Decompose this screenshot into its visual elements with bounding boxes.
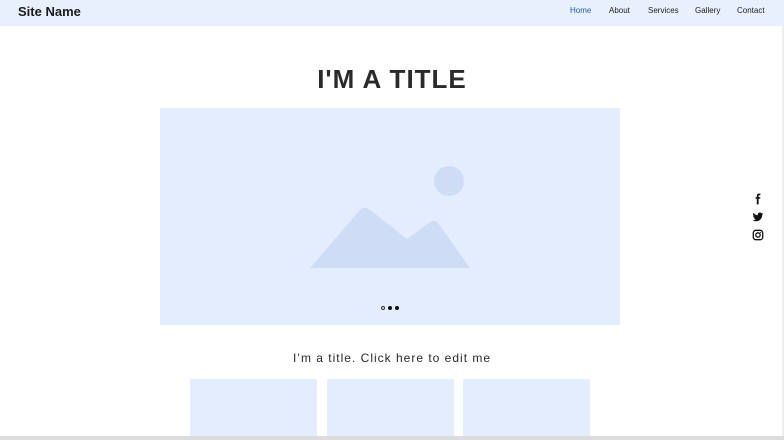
content-card-2[interactable] <box>327 379 454 440</box>
facebook-icon[interactable] <box>752 193 764 205</box>
image-placeholder-icon <box>310 166 470 268</box>
section-subtitle[interactable]: I’m a title. Click here to edit me <box>0 351 784 365</box>
twitter-icon[interactable] <box>752 211 764 223</box>
page-title: I'M A TITLE <box>317 64 467 94</box>
content-card-3[interactable] <box>463 379 590 440</box>
horizontal-scrollbar[interactable] <box>0 436 784 440</box>
nav-contact[interactable]: Contact <box>737 6 765 15</box>
placeholder-sun <box>434 166 464 196</box>
slideshow-pagination <box>160 306 620 310</box>
site-name-link[interactable]: Site Name <box>18 4 81 19</box>
image-slideshow[interactable] <box>160 108 620 325</box>
nav-gallery[interactable]: Gallery <box>695 6 720 15</box>
nav-services[interactable]: Services <box>648 6 679 15</box>
placeholder-mountains <box>310 207 470 268</box>
instagram-icon[interactable] <box>752 229 764 241</box>
nav-about[interactable]: About <box>609 6 630 15</box>
slide-dot-3[interactable] <box>395 306 399 310</box>
content-card-1[interactable] <box>190 379 317 440</box>
site-header: Site Name Home About Services Gallery Co… <box>0 0 784 26</box>
nav-home[interactable]: Home <box>570 6 591 15</box>
slide-dot-1[interactable] <box>381 306 385 310</box>
slide-dot-2[interactable] <box>388 306 392 310</box>
